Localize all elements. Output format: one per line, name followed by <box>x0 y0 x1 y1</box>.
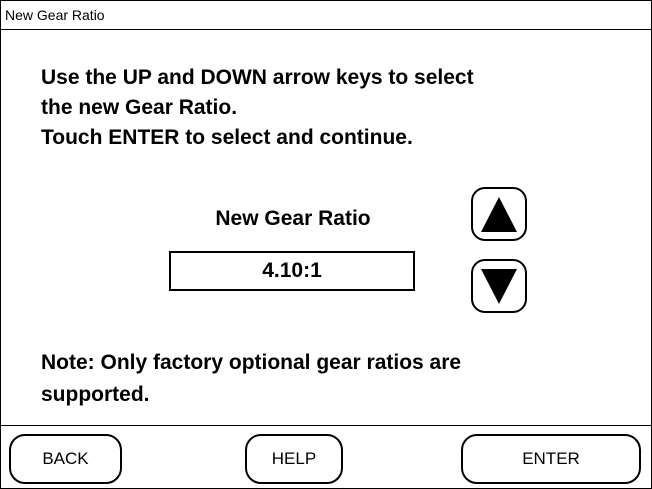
note-line-2: supported. <box>41 383 150 406</box>
gear-ratio-value: 4.10:1 <box>262 259 322 282</box>
gear-ratio-value-field: 4.10:1 <box>169 251 415 291</box>
bottom-button-bar: BACK HELP ENTER <box>1 425 651 489</box>
app-window: New Gear Ratio Use the UP and DOWN arrow… <box>0 0 652 489</box>
help-button[interactable]: HELP <box>245 434 343 484</box>
note: Note: Only factory optional gear ratios … <box>41 347 461 411</box>
instruction-line-1: Use the UP and DOWN arrow keys to select <box>41 66 474 89</box>
instruction-line-3: Touch ENTER to select and continue. <box>41 126 413 149</box>
back-button[interactable]: BACK <box>9 434 122 484</box>
back-button-label: BACK <box>42 449 89 468</box>
instructions: Use the UP and DOWN arrow keys to select… <box>41 63 474 153</box>
instruction-line-2: the new Gear Ratio. <box>41 96 238 119</box>
down-arrow-button[interactable] <box>471 259 527 313</box>
gear-ratio-label: New Gear Ratio <box>215 207 371 230</box>
down-triangle-icon <box>481 269 517 304</box>
enter-button[interactable]: ENTER <box>461 434 641 484</box>
up-triangle-icon <box>481 197 517 232</box>
title-bar: New Gear Ratio <box>1 1 651 30</box>
help-button-label: HELP <box>271 449 317 468</box>
note-line-1: Note: Only factory optional gear ratios … <box>41 351 462 374</box>
window-title: New Gear Ratio <box>5 7 105 23</box>
up-arrow-button[interactable] <box>471 187 527 241</box>
enter-button-label: ENTER <box>522 449 580 468</box>
